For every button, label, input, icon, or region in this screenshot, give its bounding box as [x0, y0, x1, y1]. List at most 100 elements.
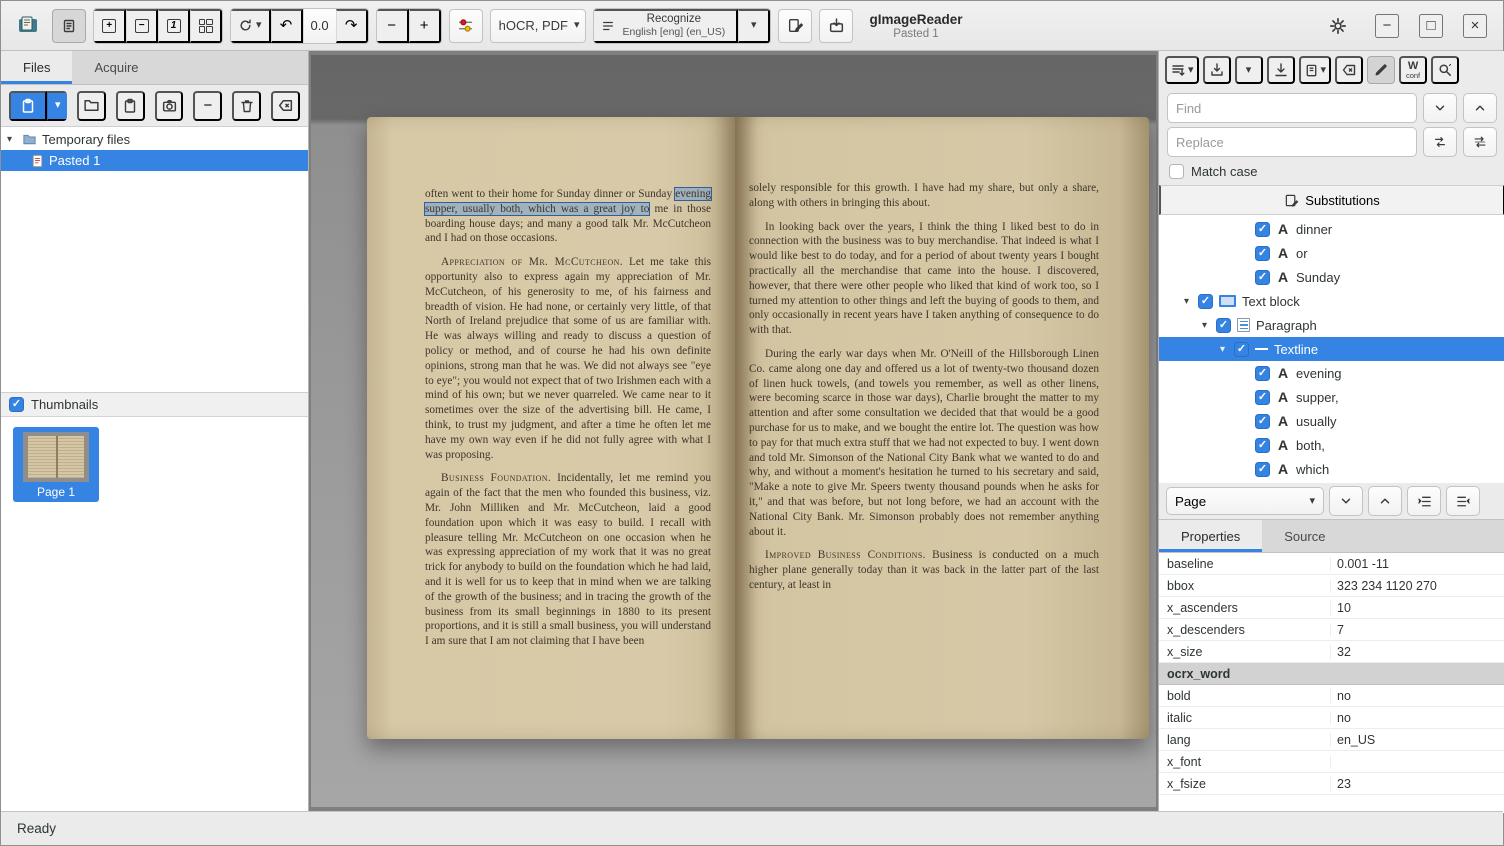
item-checkbox[interactable]: ✓ — [1255, 366, 1270, 381]
find-input[interactable] — [1167, 93, 1417, 123]
word-tree-item[interactable]: ✓ A dinner — [1159, 217, 1504, 241]
image-controls-button[interactable] — [449, 9, 483, 43]
find-prev-button[interactable] — [1463, 93, 1497, 123]
settings-button[interactable] — [1321, 9, 1355, 43]
scanned-image[interactable]: often went to their home for Sunday dinn… — [311, 55, 1156, 807]
clear-sources-button[interactable] — [271, 91, 300, 121]
word-tree-item-textline[interactable]: ▾ ✓ Textline — [1159, 337, 1504, 361]
item-checkbox[interactable]: ✓ — [1255, 438, 1270, 453]
zoom-out-button[interactable]: − — [126, 9, 158, 43]
rotate-mode-button[interactable]: ▾ — [231, 9, 271, 43]
word-tree-item[interactable]: ✓ A which — [1159, 457, 1504, 481]
clipboard-button[interactable] — [116, 91, 145, 121]
save-dropdown-button[interactable]: ▾ — [1235, 56, 1263, 84]
pencil-document-icon — [787, 17, 804, 34]
tree-item-temporary-files[interactable]: ▾ Temporary files — [1, 129, 308, 150]
export-document-button[interactable]: ▾ — [1299, 56, 1332, 84]
open-files-button[interactable] — [77, 91, 106, 121]
output-pane-button[interactable] — [819, 9, 853, 43]
paste-button[interactable] — [52, 9, 86, 43]
remove-source-button[interactable]: − — [193, 91, 222, 121]
rotate-right-button[interactable]: ↷ — [336, 9, 368, 43]
thumbnail-image — [23, 432, 89, 482]
substitutions-button[interactable]: Substitutions — [1159, 185, 1504, 215]
word-tree-item[interactable]: ✓ A both, — [1159, 433, 1504, 457]
word-tree-item-paragraph[interactable]: ▾ ✓ Paragraph — [1159, 313, 1504, 337]
close-button[interactable]: × — [1463, 14, 1487, 38]
word-tree-item[interactable]: ✓ A supper, — [1159, 385, 1504, 409]
window-title: gImageReader Pasted 1 — [869, 12, 962, 40]
word-confidence-button[interactable]: W conf — [1399, 56, 1427, 84]
tab-properties[interactable]: Properties — [1159, 520, 1262, 552]
recognize-language-dropdown[interactable]: ▾ — [738, 9, 770, 43]
rotate-icon — [238, 18, 253, 33]
caret-down-icon: ▾ — [574, 20, 580, 31]
word-tree-item[interactable]: ✓ A usually — [1159, 409, 1504, 433]
expander-icon[interactable]: ▾ — [7, 134, 17, 145]
recognize-button[interactable]: Recognize English [eng] (en_US) — [594, 9, 738, 43]
increase-button[interactable]: + — [409, 9, 441, 43]
thumbnail-page-1[interactable]: Page 1 — [13, 427, 99, 502]
word-tree-item[interactable]: ✓ A evening — [1159, 361, 1504, 385]
expander-icon[interactable]: ▾ — [1217, 344, 1228, 355]
next-item-button[interactable] — [1329, 486, 1363, 516]
save-hocr-button[interactable] — [1203, 56, 1231, 84]
item-checkbox[interactable]: ✓ — [1255, 414, 1270, 429]
replace-all-button[interactable] — [1463, 127, 1497, 157]
match-case-checkbox[interactable]: ✓ — [1169, 164, 1184, 179]
preview-search-button[interactable] — [1431, 56, 1459, 84]
expand-all-button[interactable] — [1407, 486, 1441, 516]
maximize-button[interactable]: □ — [1419, 14, 1443, 38]
paste-dropdown-button[interactable]: ▾ — [47, 91, 67, 121]
rotation-angle-value[interactable]: 0.0 — [303, 9, 336, 43]
screenshot-button[interactable] — [155, 91, 184, 121]
tab-files[interactable]: Files — [1, 51, 72, 84]
edit-image-button[interactable] — [778, 9, 812, 43]
thumbnails-header: ✓ Thumbnails — [1, 393, 308, 417]
expander-icon[interactable]: ▾ — [1181, 296, 1192, 307]
open-hocr-button[interactable]: ▾ — [1165, 56, 1199, 84]
minimize-button[interactable]: − — [1375, 14, 1399, 38]
decrease-button[interactable]: − — [377, 9, 409, 43]
page-select[interactable]: Page ▾ — [1166, 487, 1324, 515]
ocr-mode-select[interactable]: hOCR, PDF ▾ — [490, 9, 587, 43]
item-checkbox[interactable]: ✓ — [1255, 222, 1270, 237]
find-next-button[interactable] — [1423, 93, 1457, 123]
replace-input[interactable] — [1167, 127, 1417, 157]
item-checkbox[interactable]: ✓ — [1255, 270, 1270, 285]
property-row: x_font — [1159, 751, 1504, 773]
thumbnails-checkbox[interactable]: ✓ — [9, 397, 24, 412]
highlight-mode-toggle[interactable] — [1367, 56, 1395, 84]
zoom-original-button[interactable]: 1 — [158, 9, 190, 43]
item-checkbox[interactable]: ✓ — [1234, 342, 1249, 357]
rotate-left-button[interactable]: ↶ — [271, 9, 303, 43]
zoom-fit-button[interactable] — [190, 9, 222, 43]
collapse-list-icon — [1456, 494, 1471, 509]
item-checkbox[interactable]: ✓ — [1255, 246, 1270, 261]
item-checkbox[interactable]: ✓ — [1216, 318, 1231, 333]
property-row: x_descenders7 — [1159, 619, 1504, 641]
tab-source[interactable]: Source — [1262, 520, 1347, 552]
prev-item-button[interactable] — [1368, 486, 1402, 516]
expander-icon[interactable]: ▾ — [1199, 320, 1210, 331]
sliders-icon — [457, 17, 474, 34]
paste-image-button[interactable] — [9, 91, 47, 121]
files-toolbar: ▾ − — [1, 85, 308, 127]
word-tree-item-text-block[interactable]: ▾ ✓ Text block — [1159, 289, 1504, 313]
item-checkbox[interactable]: ✓ — [1198, 294, 1213, 309]
item-checkbox[interactable]: ✓ — [1255, 390, 1270, 405]
clear-hocr-button[interactable] — [1335, 56, 1363, 84]
import-button[interactable] — [1267, 56, 1295, 84]
tab-acquire[interactable]: Acquire — [72, 51, 160, 84]
collapse-all-button[interactable] — [1446, 486, 1480, 516]
image-viewer[interactable]: often went to their home for Sunday dinn… — [309, 51, 1158, 813]
tree-item-pasted-1[interactable]: Pasted 1 — [1, 150, 308, 171]
item-checkbox[interactable]: ✓ — [1255, 462, 1270, 477]
delete-source-button[interactable] — [232, 91, 261, 121]
chevron-up-icon — [1473, 101, 1487, 115]
replace-button[interactable] — [1423, 127, 1457, 157]
zoom-in-button[interactable]: + — [94, 9, 126, 43]
word-tree-item[interactable]: ✓ A Sunday — [1159, 265, 1504, 289]
replace-row — [1159, 125, 1504, 159]
word-tree-item[interactable]: ✓ A or — [1159, 241, 1504, 265]
